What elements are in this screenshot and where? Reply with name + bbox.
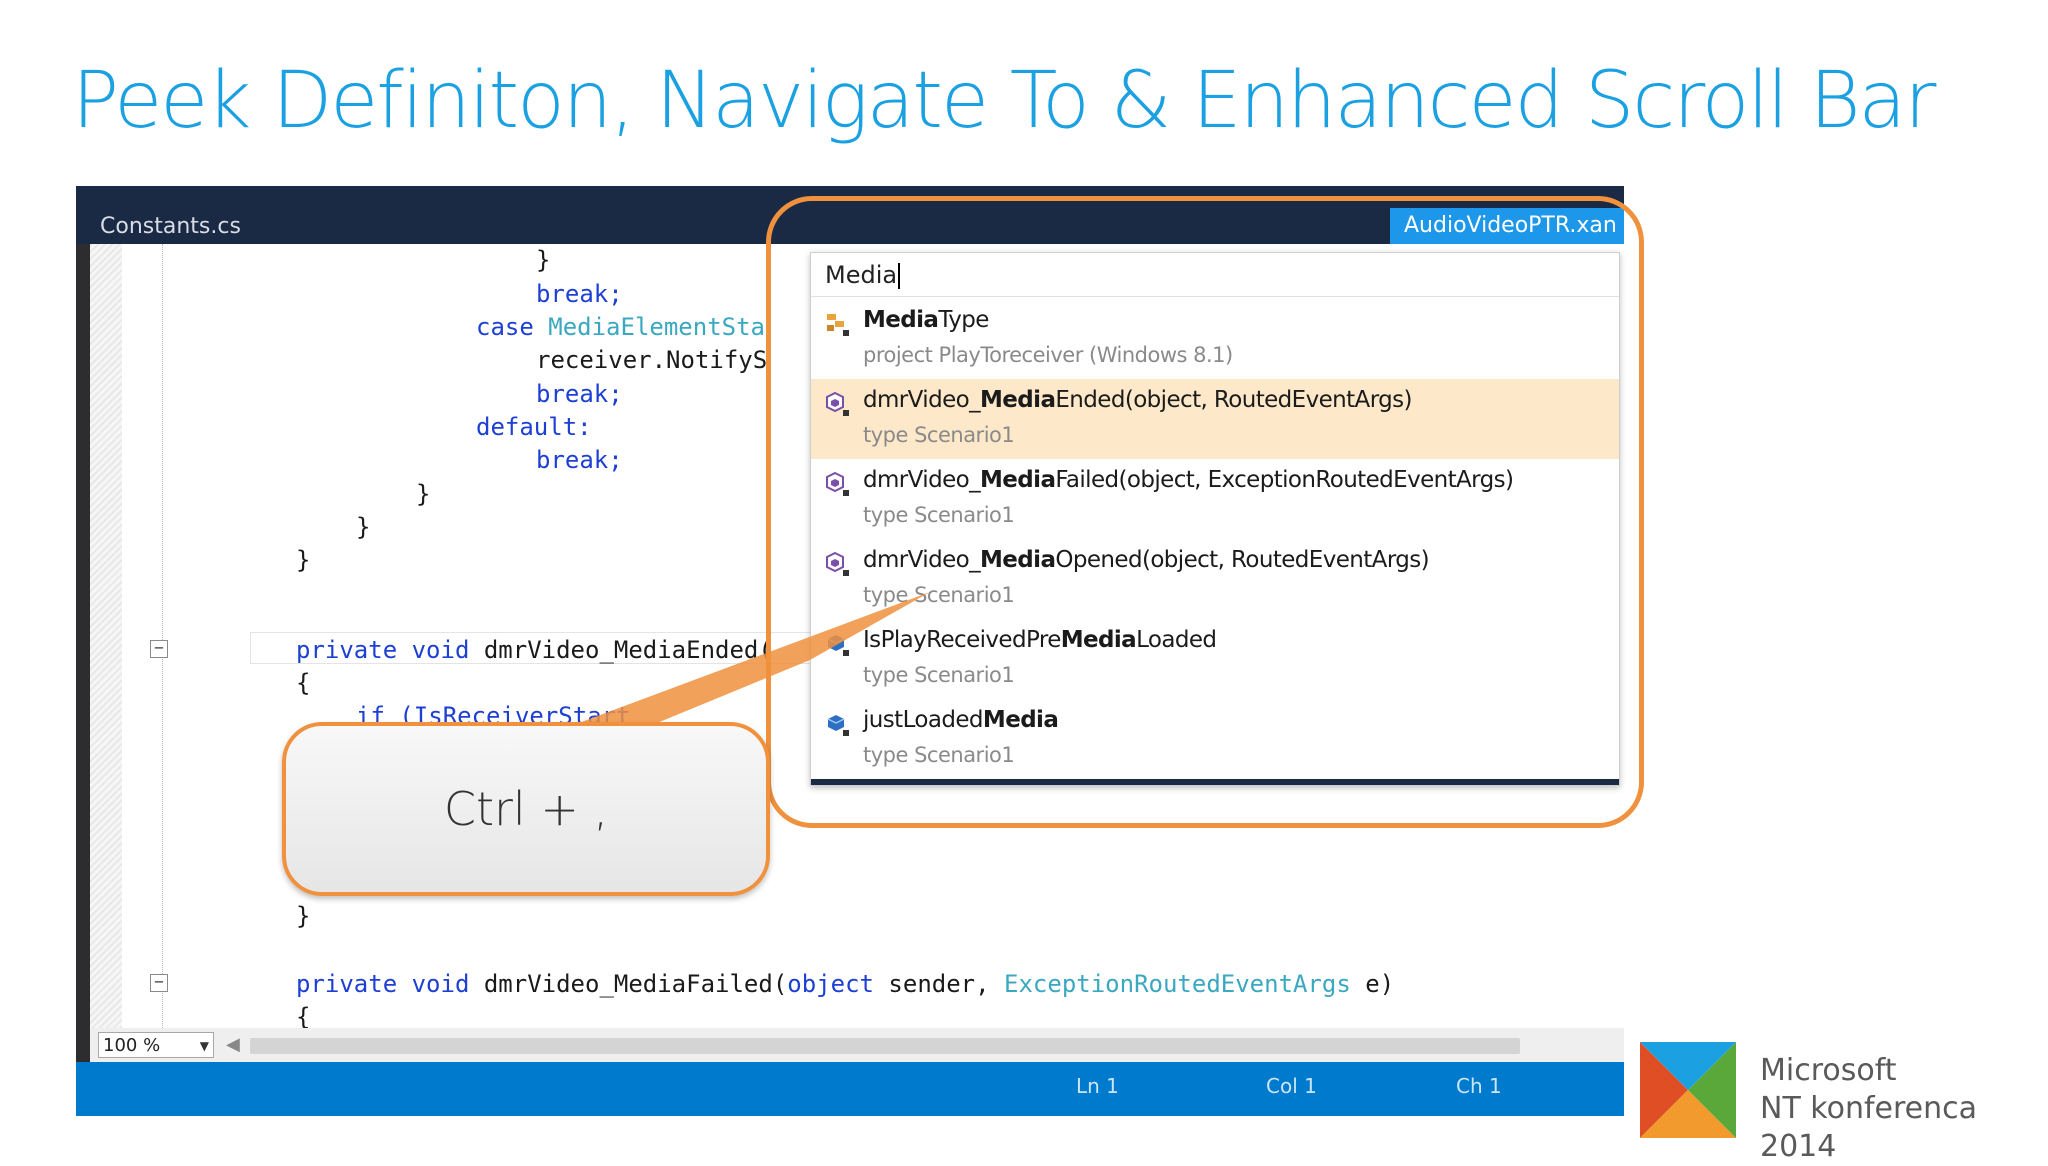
code-line: } — [356, 513, 371, 541]
editor-bottom-bar: 100 % ▼ ◀ — [90, 1028, 1624, 1062]
result-item-justloaded[interactable]: justLoadedMedia type Scenario1 — [811, 699, 1619, 779]
status-line: Ln 1 — [1076, 1074, 1119, 1098]
code-line: receiver.NotifyS — [536, 346, 768, 374]
result-item-isplayreceived[interactable]: IsPlayReceivedPreMediaLoaded type Scenar… — [811, 619, 1619, 699]
code-line: } — [536, 246, 551, 274]
tab-constants[interactable]: Constants.cs — [76, 210, 265, 244]
method-icon — [825, 391, 851, 417]
result-location: type Scenario1 — [863, 583, 1015, 607]
zoom-value: 100 % — [103, 1035, 161, 1056]
result-name: justLoadedMedia — [863, 707, 1059, 733]
class-icon — [825, 311, 851, 337]
code-line: } — [296, 902, 311, 930]
code-line: break; — [536, 446, 623, 474]
code-line: break; — [536, 380, 623, 408]
result-name: IsPlayReceivedPreMediaLoaded — [863, 627, 1217, 653]
popup-bottom-border — [811, 779, 1619, 785]
code-line: default: — [476, 413, 592, 441]
horizontal-scrollbar[interactable] — [250, 1038, 1520, 1054]
result-item-mediafailed[interactable]: dmrVideo_MediaFailed(object, ExceptionRo… — [811, 459, 1619, 539]
collapse-toggle[interactable]: − — [150, 974, 168, 992]
code-line: break; — [536, 280, 623, 308]
result-name: dmrVideo_MediaEnded(object, RoutedEventA… — [863, 387, 1413, 413]
code-line: private void dmrVideo_MediaEnded( — [296, 636, 773, 664]
result-item-mediatype[interactable]: MediaType project PlayToreceiver (Window… — [811, 299, 1619, 379]
scroll-left-icon[interactable]: ◀ — [226, 1034, 240, 1055]
document-tab-bar: Constants.cs AudioVideoPTR.xan — [76, 186, 1624, 244]
status-ch: Ch 1 — [1456, 1074, 1502, 1098]
status-col: Col 1 — [1266, 1074, 1317, 1098]
field-icon — [825, 711, 851, 737]
slide-title: Peek Definiton, Navigate To & Enhanced S… — [72, 56, 1936, 146]
zoom-dropdown[interactable]: 100 % ▼ — [98, 1032, 214, 1058]
code-line: { — [296, 669, 311, 697]
shortcut-callout: Ctrl + , — [282, 722, 770, 896]
nt-konferenca-logo-icon — [1640, 1042, 1736, 1138]
code-line: private void dmrVideo_MediaFailed(object… — [296, 970, 1395, 998]
result-location: type Scenario1 — [863, 663, 1015, 687]
code-line: } — [296, 546, 311, 574]
result-location: type Scenario1 — [863, 743, 1015, 767]
shortcut-text: Ctrl + , — [443, 782, 609, 836]
chevron-down-icon: ▼ — [199, 1039, 209, 1053]
result-location: project PlayToreceiver (Windows 8.1) — [863, 343, 1233, 367]
result-location: type Scenario1 — [863, 503, 1015, 527]
brand-text: Microsoft NT konferenca 2014 — [1760, 1052, 2048, 1166]
code-line: case MediaElementSta — [476, 313, 765, 341]
status-bar: Ln 1 Col 1 Ch 1 — [76, 1062, 1624, 1116]
result-name: MediaType — [863, 307, 989, 333]
result-name: dmrVideo_MediaFailed(object, ExceptionRo… — [863, 467, 1514, 493]
indent-guide — [162, 244, 164, 1028]
result-name: dmrVideo_MediaOpened(object, RoutedEvent… — [863, 547, 1430, 573]
navigate-to-search-input[interactable]: Media — [811, 253, 1619, 297]
editor-margin — [90, 244, 122, 1028]
collapse-toggle[interactable]: − — [150, 640, 168, 658]
tab-audiovideo[interactable]: AudioVideoPTR.xan — [1390, 208, 1624, 244]
method-icon — [825, 471, 851, 497]
navigate-to-popup: Media MediaType project PlayToreceiver (… — [810, 252, 1620, 786]
brand-line2: NT konferenca 2014 — [1760, 1091, 1978, 1164]
result-item-mediaopened[interactable]: dmrVideo_MediaOpened(object, RoutedEvent… — [811, 539, 1619, 619]
result-location: type Scenario1 — [863, 423, 1015, 447]
brand-line1: Microsoft — [1760, 1053, 1897, 1088]
method-icon — [825, 551, 851, 577]
result-item-mediaended[interactable]: dmrVideo_MediaEnded(object, RoutedEventA… — [811, 379, 1619, 459]
code-line: } — [416, 480, 431, 508]
field-icon — [825, 631, 851, 657]
